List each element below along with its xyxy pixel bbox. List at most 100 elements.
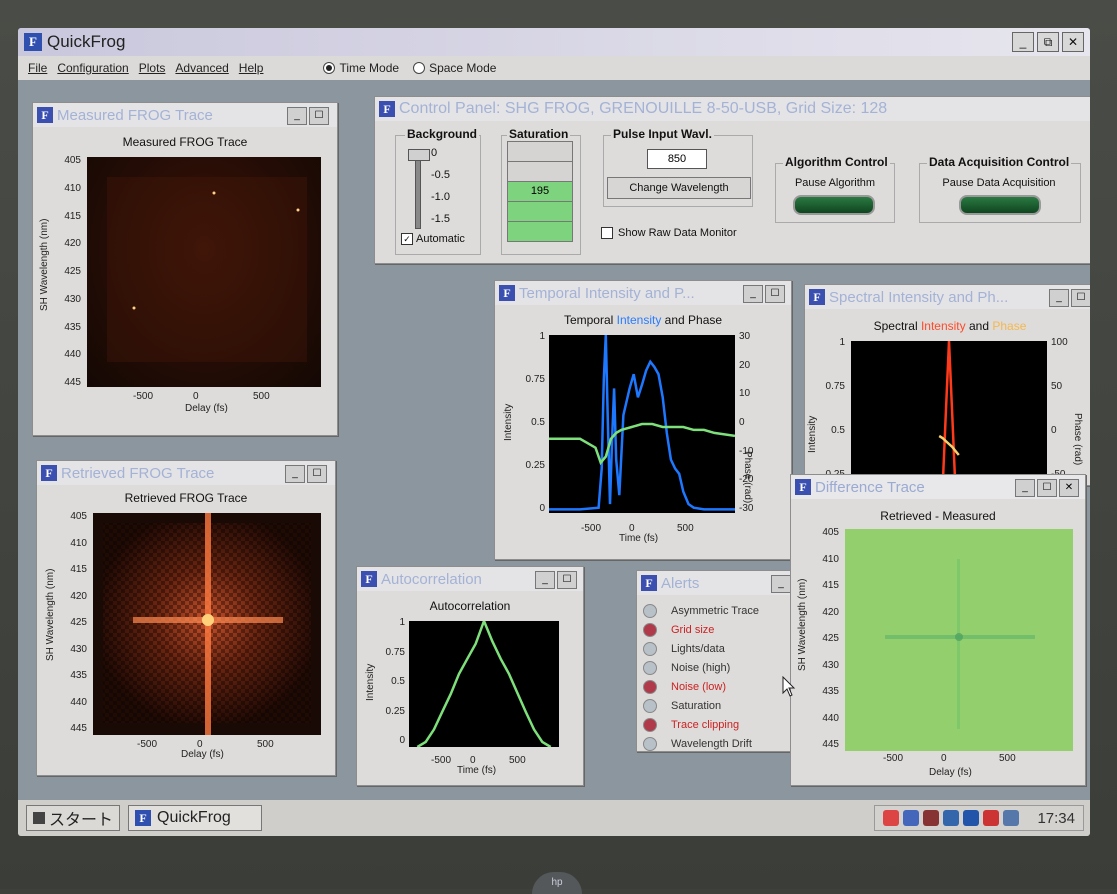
autocorrelation-titlebar[interactable]: F Autocorrelation _ ☐ (357, 567, 583, 591)
spectral-plot-area[interactable] (851, 341, 1047, 485)
close-button[interactable]: ✕ (1062, 32, 1084, 52)
background-slider-thumb[interactable] (408, 149, 430, 161)
control-panel-titlebar[interactable]: F Control Panel: SHG FROG, GRENOUILLE 8-… (375, 97, 1090, 121)
temporal-titlebar[interactable]: F Temporal Intensity and P... _ ☐ (495, 281, 791, 305)
autocorrelation-line (416, 621, 552, 747)
difference-trace-image[interactable] (845, 529, 1073, 751)
alert-indicator-icon (643, 660, 657, 675)
maximize-button[interactable]: ☐ (309, 107, 329, 125)
y-tick-label: 445 (70, 723, 87, 734)
difference-titlebar[interactable]: F Difference Trace _ ☐ ✕ (791, 475, 1085, 499)
temporal-xlabel: Time (fs) (619, 533, 659, 544)
temporal-phase-line (549, 422, 735, 466)
retrieved-xlabel: Delay (fs) (181, 749, 224, 760)
measured-window-titlebar[interactable]: F Measured FROG Trace _ ☐ (33, 103, 337, 127)
checkbox-empty-icon (601, 227, 613, 239)
retrieved-trace-window[interactable]: F Retrieved FROG Trace _ ☐ Retrieved FROG… (36, 460, 336, 776)
radio-empty-icon (413, 62, 426, 74)
alert-label: Grid size (671, 623, 715, 636)
minimize-button[interactable]: _ (535, 571, 555, 589)
alert-label: Lights/data (671, 642, 725, 655)
y2-tick-label: 10 (739, 388, 751, 400)
spectral-ylabel: Intensity (807, 415, 818, 453)
alert-item: Wavelength Drift (643, 734, 752, 753)
bg-tick-1: -0.5 (431, 169, 450, 181)
maximize-button[interactable]: ☐ (557, 571, 577, 589)
alerts-window-title: Alerts (661, 574, 700, 592)
close-icon[interactable]: ✕ (1059, 479, 1079, 497)
saturation-cell (507, 221, 573, 242)
display-icon[interactable] (1003, 810, 1020, 826)
minimize-button[interactable]: _ (743, 285, 763, 303)
minimize-button[interactable]: _ (1012, 32, 1034, 52)
temporal-plot-area[interactable] (549, 335, 735, 513)
autocorrelation-plot-title: Autocorrelation (429, 599, 511, 613)
maximize-button[interactable]: ☐ (1037, 479, 1057, 497)
alert-indicator-icon (643, 641, 657, 656)
screen: F QuickFrog _ ⧉ ✕ File Configuration Plo… (18, 28, 1090, 836)
monitor-icon[interactable] (943, 810, 960, 826)
spectral-titlebar[interactable]: F Spectral Intensity and Ph... _ ☐ (805, 285, 1090, 309)
maximize-button[interactable]: ☐ (307, 465, 327, 483)
retrieved-trace-image[interactable] (93, 513, 321, 735)
alert-item: Noise (low) (643, 677, 726, 696)
alerts-titlebar[interactable]: F Alerts _ (637, 571, 795, 595)
y2-tick-label: 30 (739, 331, 751, 342)
retrieved-window-titlebar[interactable]: F Retrieved FROG Trace _ ☐ (37, 461, 335, 485)
minimize-button[interactable]: _ (287, 107, 307, 125)
menu-plots[interactable]: Plots (139, 61, 166, 75)
control-panel-window[interactable]: F Control Panel: SHG FROG, GRENOUILLE 8-… (374, 96, 1090, 264)
difference-window[interactable]: F Difference Trace _ ☐ ✕ Retrieved - Measu… (790, 474, 1086, 786)
network-icon[interactable] (903, 810, 920, 826)
pen-icon[interactable] (923, 810, 940, 826)
menu-file[interactable]: File (28, 61, 47, 75)
time-mode-radio[interactable]: Time Mode (323, 61, 399, 75)
temporal-intensity-line (549, 335, 735, 511)
autocorrelation-plot-area[interactable] (409, 621, 559, 747)
alert-label: Trace clipping (671, 718, 740, 731)
x-tick-label: 500 (509, 755, 526, 766)
minimize-button[interactable]: _ (1049, 289, 1069, 307)
y-tick-label: 425 (822, 633, 839, 644)
pause-algorithm-button[interactable] (793, 195, 875, 215)
pulse-wavelength-input[interactable]: 850 (647, 149, 707, 169)
change-wavelength-button[interactable]: Change Wavelength (607, 177, 751, 199)
spectral-window[interactable]: F Spectral Intensity and Ph... _ ☐ Spectr… (804, 284, 1090, 486)
temporal-window[interactable]: F Temporal Intensity and P... _ ☐ Tempora… (494, 280, 792, 560)
y-tick-label: 445 (64, 377, 81, 388)
temporal-title-intensity: Intensity (616, 313, 662, 327)
speaker-icon[interactable] (883, 810, 900, 826)
taskbar-quickfrog-button[interactable]: F QuickFrog (128, 805, 263, 831)
automatic-checkbox[interactable]: ✓ Automatic (401, 233, 465, 245)
y-tick-label: 410 (70, 537, 87, 549)
minimize-button[interactable]: _ (285, 465, 305, 483)
menu-configuration[interactable]: Configuration (57, 61, 128, 75)
maximize-button[interactable]: ☐ (1071, 289, 1090, 307)
y-tick-label: 0.75 (525, 374, 545, 385)
minimize-button[interactable]: _ (1015, 479, 1035, 497)
alerts-window[interactable]: F Alerts _ Asymmetric Trace Grid size Ligh… (636, 570, 796, 752)
menu-advanced[interactable]: Advanced (175, 61, 228, 75)
usb-icon[interactable] (963, 810, 980, 826)
measured-trace-image[interactable] (87, 157, 321, 387)
tray-app-icon[interactable] (983, 810, 1000, 826)
measured-trace-window[interactable]: F Measured FROG Trace _ ☐ Measured FROG T… (32, 102, 338, 436)
menu-help[interactable]: Help (239, 61, 264, 75)
autocorrelation-xlabel: Time (fs) (457, 765, 497, 776)
frog-app-icon: F (41, 465, 57, 481)
saturation-cell (507, 161, 573, 182)
background-slider-track[interactable] (415, 155, 421, 229)
space-mode-radio[interactable]: Space Mode (413, 61, 496, 75)
maximize-button[interactable]: ☐ (765, 285, 785, 303)
x-tick-label: 0 (193, 391, 199, 402)
start-button[interactable]: スタート (26, 805, 121, 831)
y-tick-label: 445 (822, 739, 839, 750)
autocorrelation-window[interactable]: F Autocorrelation _ ☐ Autocorrelation Int… (356, 566, 584, 786)
y-tick-label: 415 (64, 210, 81, 222)
restore-button[interactable]: ⧉ (1037, 32, 1059, 52)
x-tick-label: 500 (999, 753, 1016, 764)
show-raw-checkbox[interactable]: Show Raw Data Monitor (601, 227, 737, 239)
minimize-button[interactable]: _ (771, 575, 791, 593)
y2-tick-label: 0 (1051, 425, 1057, 436)
pause-daq-button[interactable] (959, 195, 1041, 215)
